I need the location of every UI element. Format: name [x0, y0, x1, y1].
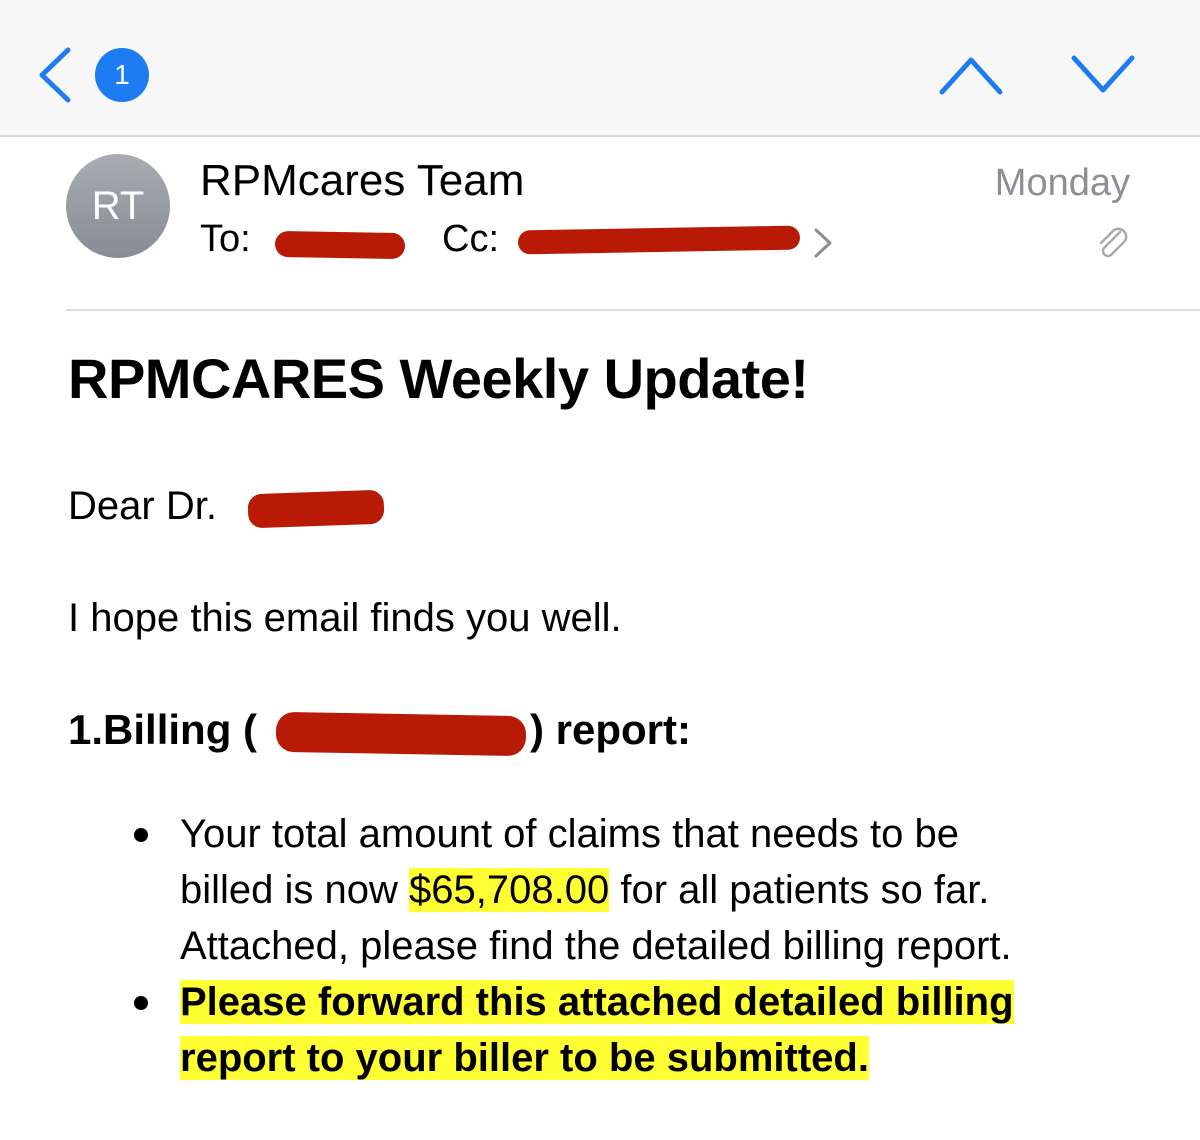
email-subject: RPMCARES Weekly Update! [68, 347, 809, 410]
list-item: Your total amount of claims that needs t… [130, 806, 1130, 974]
billing-section-heading: 1.Billing ( ) report: [68, 706, 768, 766]
sender-avatar: RT [66, 154, 170, 258]
billing-bullet-list: Your total amount of claims that needs t… [130, 806, 1130, 1086]
chevron-down-icon[interactable] [1070, 54, 1136, 96]
to-label: To: [200, 218, 251, 260]
email-date: Monday [994, 162, 1130, 204]
chevron-left-icon[interactable] [32, 44, 76, 106]
name-redaction [247, 489, 385, 529]
bullet-dot [134, 828, 148, 842]
bullet2-line2: report to your biller to be submitted. [180, 1036, 869, 1080]
chevron-up-icon[interactable] [938, 54, 1004, 96]
bullet1-post: for all patients so far. [609, 868, 990, 912]
intro-text: I hope this email finds you well. [68, 596, 622, 640]
section-redaction [275, 711, 527, 757]
claims-amount: $65,708.00 [409, 868, 610, 912]
recipients-row[interactable]: To: Cc: [200, 218, 900, 268]
to-redaction [274, 230, 406, 260]
chevron-right-icon[interactable] [812, 226, 834, 260]
bullet-dot [134, 996, 148, 1010]
unread-count-badge: 1 [95, 48, 149, 102]
top-navigation-bar: 1 [0, 0, 1200, 137]
header-divider [66, 309, 1200, 311]
section-heading-suffix: ) report: [530, 706, 691, 753]
greeting: Dear Dr. [68, 484, 217, 528]
cc-label: Cc: [442, 218, 499, 260]
paperclip-icon [1099, 227, 1128, 258]
bullet1-line2: billed is now $65,708.00 for all patient… [180, 862, 1130, 918]
section-heading-prefix: 1.Billing ( [68, 706, 257, 753]
bullet1-line1: Your total amount of claims that needs t… [180, 812, 960, 856]
sender-name[interactable]: RPMcares Team [200, 156, 524, 206]
cc-redaction [517, 225, 801, 255]
bullet2-line1: Please forward this attached detailed bi… [180, 980, 1014, 1024]
list-item: Please forward this attached detailed bi… [130, 974, 1130, 1086]
bullet1-line3: Attached, please find the detailed billi… [180, 924, 1012, 968]
bullet1-pre: billed is now [180, 868, 410, 912]
